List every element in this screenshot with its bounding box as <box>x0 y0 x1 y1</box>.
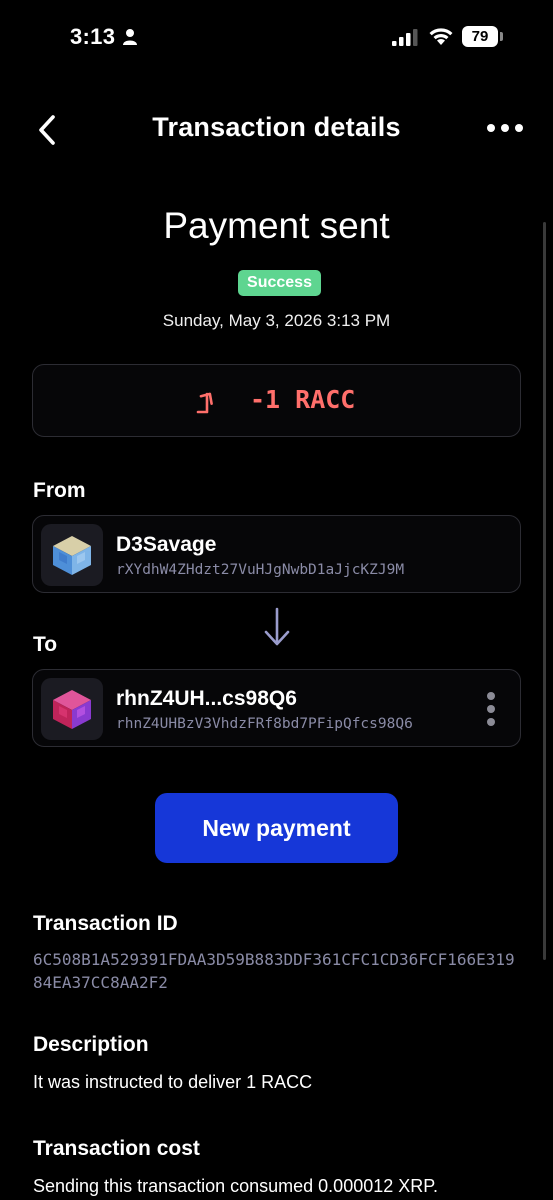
from-account-name: D3Savage <box>116 533 217 556</box>
new-payment-button[interactable]: New payment <box>155 793 398 863</box>
cellular-signal-icon <box>392 29 418 46</box>
battery-icon: 79 <box>462 26 498 47</box>
description-value: It was instructed to deliver 1 RACC <box>33 1072 313 1092</box>
more-options-icon[interactable] <box>487 124 523 136</box>
from-label: From <box>33 479 86 502</box>
amount-value: -1 RACC <box>250 385 356 414</box>
to-account-avatar <box>41 678 103 740</box>
account-options-icon[interactable] <box>486 692 496 726</box>
cube-avatar-icon <box>53 536 91 575</box>
to-account-name: rhnZ4UH...cs98Q6 <box>116 687 297 710</box>
from-account-card[interactable]: D3Savage rXYdhW4ZHdzt27VuHJgNwbD1aJjcKZJ… <box>32 515 521 593</box>
cube-avatar-icon <box>53 690 91 729</box>
transaction-id-value[interactable]: 6C508B1A529391FDAA3D59B883DDF361CFC1CD36… <box>33 948 523 994</box>
transaction-headline: Payment sent <box>163 205 390 246</box>
page-title: Transaction details <box>152 112 401 142</box>
status-bar: 3:13 79 <box>0 0 553 76</box>
from-account-avatar <box>41 524 103 586</box>
arrow-up-right-icon <box>196 392 213 414</box>
status-badge: Success <box>238 270 321 296</box>
arrow-down-icon <box>264 607 290 646</box>
battery-tip <box>500 32 503 41</box>
from-account-address: rXYdhW4ZHdzt27VuHJgNwbD1aJjcKZJ9M <box>116 562 405 578</box>
wifi-icon <box>429 28 453 45</box>
transaction-cost-label: Transaction cost <box>33 1137 200 1160</box>
to-label: To <box>33 633 58 656</box>
to-account-address: rhnZ4UHBzV3VhdzFRf8bd7PFipQfcs98Q6 <box>116 716 413 732</box>
person-icon <box>123 29 137 45</box>
transaction-id-label: Transaction ID <box>33 912 178 935</box>
to-account-card[interactable]: rhnZ4UH...cs98Q6 rhnZ4UHBzV3VhdzFRf8bd7P… <box>32 669 521 747</box>
description-label: Description <box>33 1033 149 1056</box>
transaction-date: Sunday, May 3, 2026 3:13 PM <box>162 311 391 330</box>
transaction-cost-value: Sending this transaction consumed 0.0000… <box>33 1176 438 1196</box>
status-time: 3:13 <box>70 24 116 49</box>
scrollbar[interactable] <box>543 222 546 960</box>
